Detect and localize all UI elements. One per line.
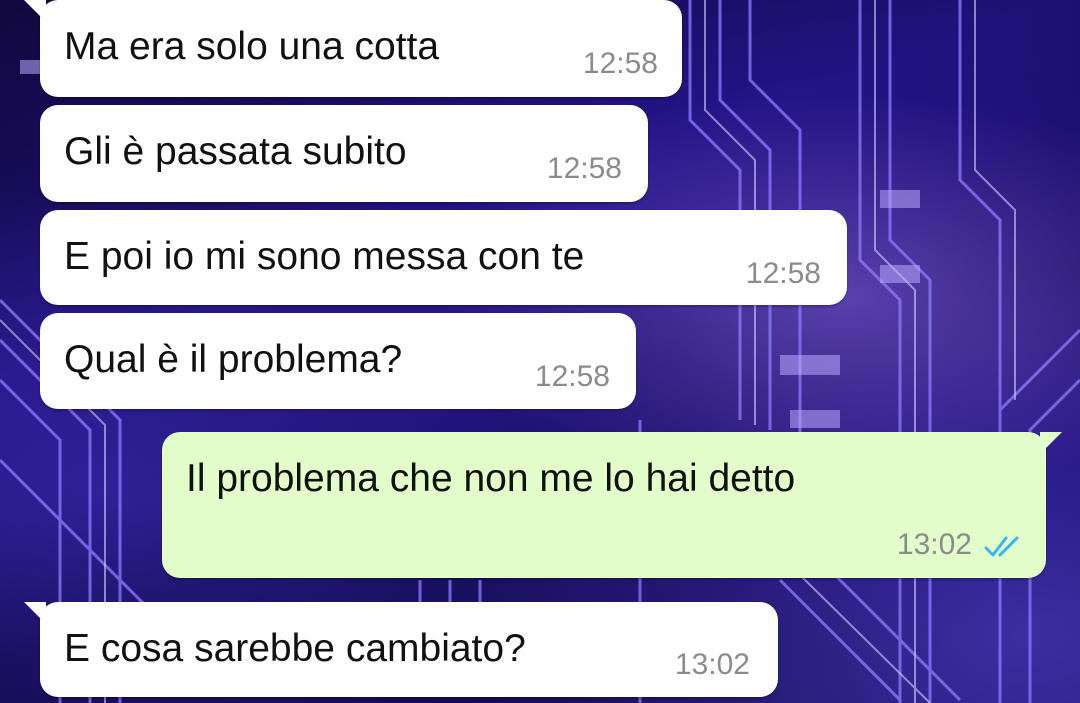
message-time: 12:58 xyxy=(745,257,821,290)
message-text: Ma era solo una cotta xyxy=(64,25,440,68)
incoming-message[interactable]: Ma era solo una cotta 12:58 xyxy=(24,0,682,97)
message-time: 12:58 xyxy=(534,360,610,393)
message-time: 13:02 xyxy=(896,528,972,561)
message-time: 13:02 xyxy=(674,648,750,681)
outgoing-message[interactable]: Il problema che non me lo hai detto 13:0… xyxy=(162,432,1062,578)
message-text: E poi io mi sono messa con te xyxy=(64,235,585,278)
message-text: Gli è passata subito xyxy=(64,130,407,173)
bubble-tail xyxy=(24,0,46,22)
incoming-message[interactable]: Gli è passata subito 12:58 xyxy=(40,105,648,202)
message-text: Qual è il problema? xyxy=(64,338,403,381)
bubble-tail xyxy=(1040,432,1062,454)
incoming-message[interactable]: Qual è il problema? 12:58 xyxy=(40,313,636,409)
message-time: 12:58 xyxy=(582,47,658,80)
incoming-message[interactable]: E cosa sarebbe cambiato? 13:02 xyxy=(24,602,778,697)
incoming-message[interactable]: E poi io mi sono messa con te 12:58 xyxy=(40,210,847,305)
double-check-read-icon xyxy=(984,536,1019,557)
message-text: E cosa sarebbe cambiato? xyxy=(64,627,526,670)
message-text: Il problema che non me lo hai detto xyxy=(186,457,796,500)
message-time: 12:58 xyxy=(546,152,622,185)
bubble-tail xyxy=(24,602,46,624)
